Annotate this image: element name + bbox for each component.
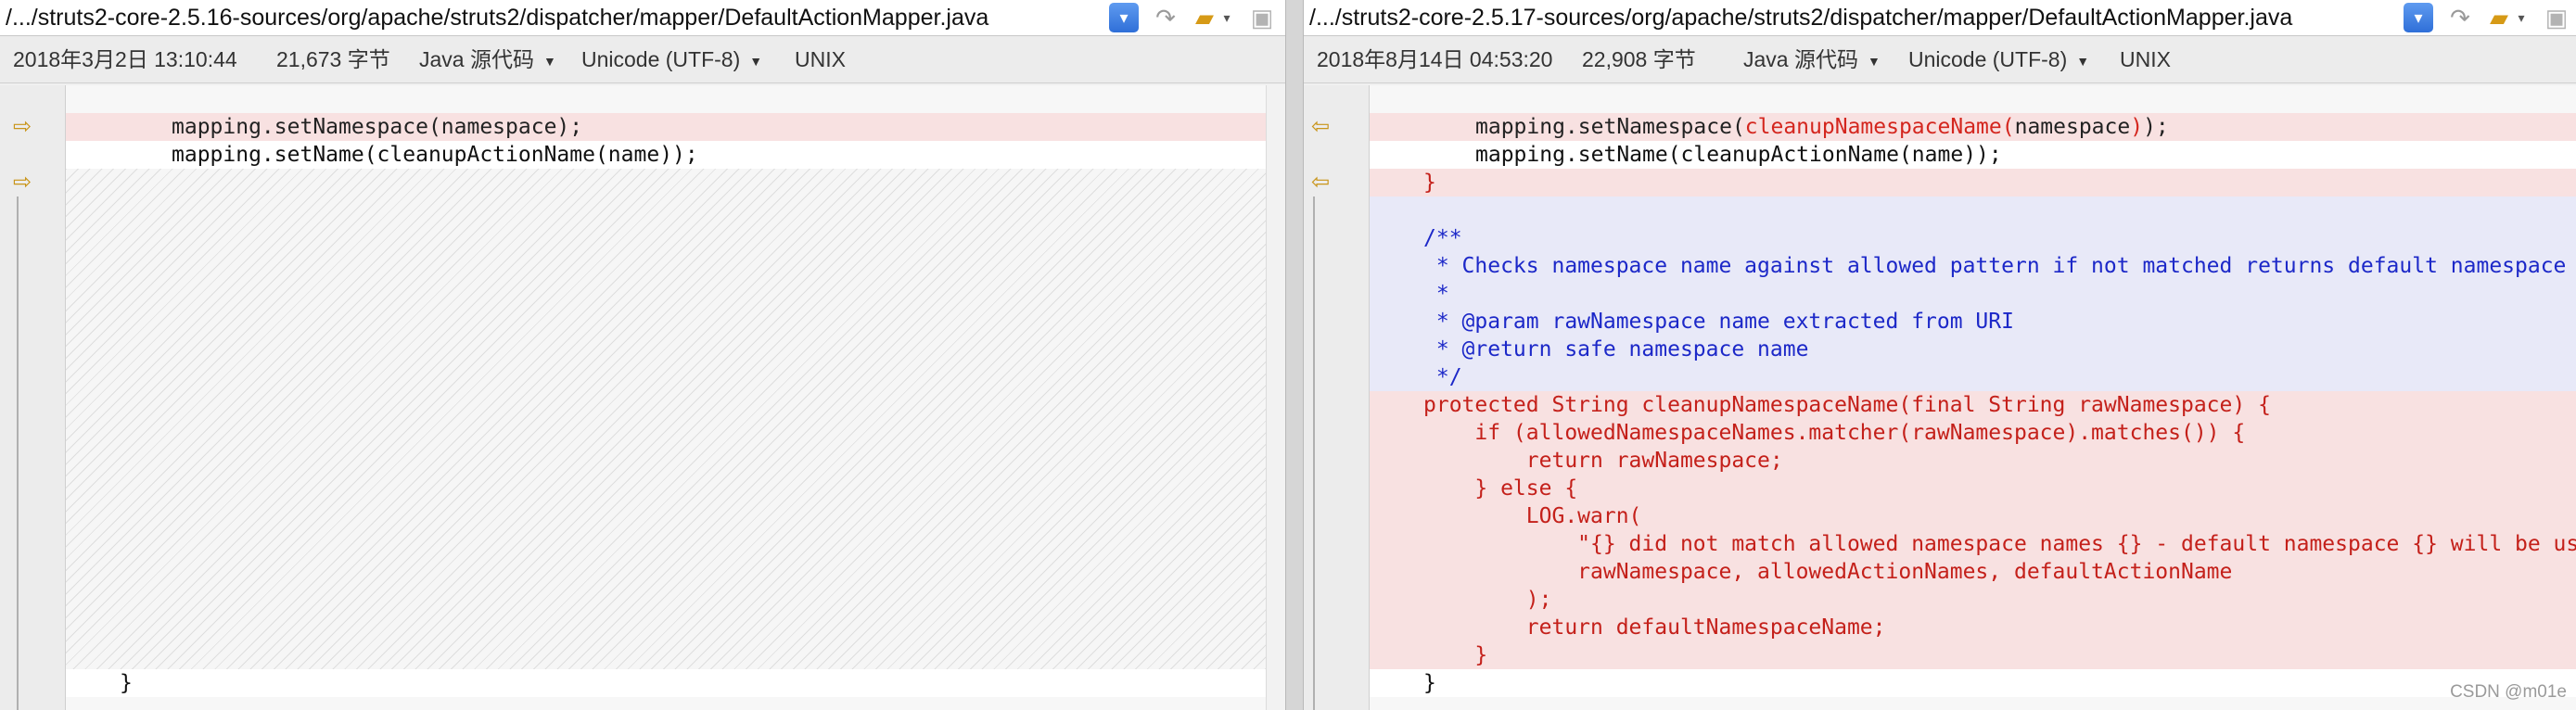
diff-arrow-right-icon[interactable]: ⇨	[9, 171, 35, 194]
code-line-comment: * @return safe namespace name	[1370, 336, 2576, 363]
right-path-dropdown-button[interactable]: ▾	[2404, 3, 2433, 32]
code-line-added: return defaultNamespaceName;	[1370, 614, 2576, 641]
code-line: mapping.setName(cleanupActionName(name))…	[1370, 141, 2576, 169]
missing-lines-placeholder	[66, 169, 1267, 669]
code-line	[66, 697, 1267, 710]
code-line-changed: mapping.setNamespace(namespace);	[66, 113, 1267, 141]
code-line-added: LOG.warn(	[1370, 502, 2576, 530]
right-diff-gutter: ⇦ ⇦	[1304, 85, 1369, 710]
code-line-added: }	[1370, 641, 2576, 669]
left-code-editor[interactable]: mapping.setNamespace(namespace); mapping…	[65, 85, 1267, 710]
left-file-pane: /.../struts2-core-2.5.16-sources/org/apa…	[0, 0, 1285, 710]
code-line-added: } else {	[1370, 475, 2576, 502]
code-line-added: if (allowedNamespaceNames.matcher(rawNam…	[1370, 419, 2576, 447]
merge-arrow-icon[interactable]: ↷	[2444, 2, 2476, 33]
left-file-date: 2018年3月2日 13:10:44	[13, 47, 237, 71]
code-line	[66, 85, 1267, 113]
left-language-select[interactable]: Java 源代码 ▼	[419, 36, 556, 84]
code-line	[1370, 85, 2576, 113]
right-encoding-select[interactable]: Unicode (UTF-8) ▼	[1908, 36, 2089, 84]
chevron-down-icon: ▼	[749, 53, 763, 69]
watermark-text: CSDN @m01e	[2450, 682, 2567, 702]
code-line-added: }	[1370, 169, 2576, 197]
chevron-down-icon: ▾	[2414, 8, 2423, 27]
right-file-path-field[interactable]: /.../struts2-core-2.5.17-sources/org/apa…	[1309, 0, 2404, 35]
right-code-editor[interactable]: mapping.setNamespace(cleanupNamespaceNam…	[1369, 85, 2576, 710]
code-line-comment: *	[1370, 280, 2576, 308]
left-scrollbar[interactable]	[1266, 85, 1285, 710]
save-icon[interactable]: ▣	[1246, 2, 1278, 33]
diff-arrow-left-icon[interactable]: ⇦	[1307, 116, 1333, 138]
code-line-comment: * Checks namespace name against allowed …	[1370, 252, 2576, 280]
code-line-added	[1370, 197, 2576, 224]
chevron-down-icon[interactable]: ▾	[1220, 2, 1233, 33]
right-language-select[interactable]: Java 源代码 ▼	[1743, 36, 1881, 84]
left-encoding-select[interactable]: Unicode (UTF-8) ▼	[581, 36, 762, 84]
code-line-added: );	[1370, 586, 2576, 614]
code-line-comment: /**	[1370, 224, 2576, 252]
code-line	[1370, 697, 2576, 710]
left-line-ending: UNIX	[795, 47, 846, 71]
chevron-down-icon: ▼	[542, 53, 556, 69]
chevron-down-icon[interactable]: ▾	[2515, 2, 2528, 33]
pane-divider[interactable]	[1285, 0, 1304, 710]
code-line-changed: mapping.setNamespace(cleanupNamespaceNam…	[1370, 113, 2576, 141]
left-file-size: 21,673 字节	[276, 47, 390, 71]
code-line-added: return rawNamespace;	[1370, 447, 2576, 475]
left-path-bar: /.../struts2-core-2.5.16-sources/org/apa…	[0, 0, 1285, 36]
code-line-added: protected String cleanupNamespaceName(fi…	[1370, 391, 2576, 419]
merge-arrow-icon[interactable]: ↷	[1150, 2, 1181, 33]
diff-bracket-line	[17, 197, 19, 710]
right-line-ending: UNIX	[2120, 47, 2171, 71]
right-file-size: 22,908 字节	[1582, 47, 1696, 71]
code-line-comment: * @param rawNamespace name extracted fro…	[1370, 308, 2576, 336]
chevron-down-icon: ▼	[1867, 53, 1881, 69]
code-line-added: rawNamespace, allowedActionNames, defaul…	[1370, 558, 2576, 586]
diff-bracket-line	[1313, 197, 1315, 710]
diff-arrow-right-icon[interactable]: ⇨	[9, 116, 35, 138]
code-line-comment: */	[1370, 363, 2576, 391]
save-icon[interactable]: ▣	[2541, 2, 2572, 33]
left-diff-gutter: ⇨ ⇨	[0, 85, 65, 710]
left-path-dropdown-button[interactable]: ▾	[1109, 3, 1139, 32]
right-file-info-bar: 2018年8月14日 04:53:20 22,908 字节 Java 源代码 ▼ …	[1304, 36, 2576, 83]
diff-arrow-left-icon[interactable]: ⇦	[1307, 171, 1333, 194]
chevron-down-icon: ▼	[2076, 53, 2090, 69]
left-file-info-bar: 2018年3月2日 13:10:44 21,673 字节 Java 源代码 ▼ U…	[0, 36, 1285, 83]
code-line-added: "{} did not match allowed namespace name…	[1370, 530, 2576, 558]
left-file-path-field[interactable]: /.../struts2-core-2.5.16-sources/org/apa…	[6, 0, 1100, 35]
code-line: }	[1370, 669, 2576, 697]
code-line: mapping.setName(cleanupActionName(name))…	[66, 141, 1267, 169]
right-file-date: 2018年8月14日 04:53:20	[1317, 47, 1553, 71]
code-line: }	[66, 669, 1267, 697]
folder-icon[interactable]: ▰	[1189, 2, 1220, 33]
folder-icon[interactable]: ▰	[2483, 2, 2515, 33]
right-file-pane: /.../struts2-core-2.5.17-sources/org/apa…	[1304, 0, 2576, 710]
chevron-down-icon: ▾	[1119, 8, 1129, 27]
right-path-bar: /.../struts2-core-2.5.17-sources/org/apa…	[1304, 0, 2576, 36]
